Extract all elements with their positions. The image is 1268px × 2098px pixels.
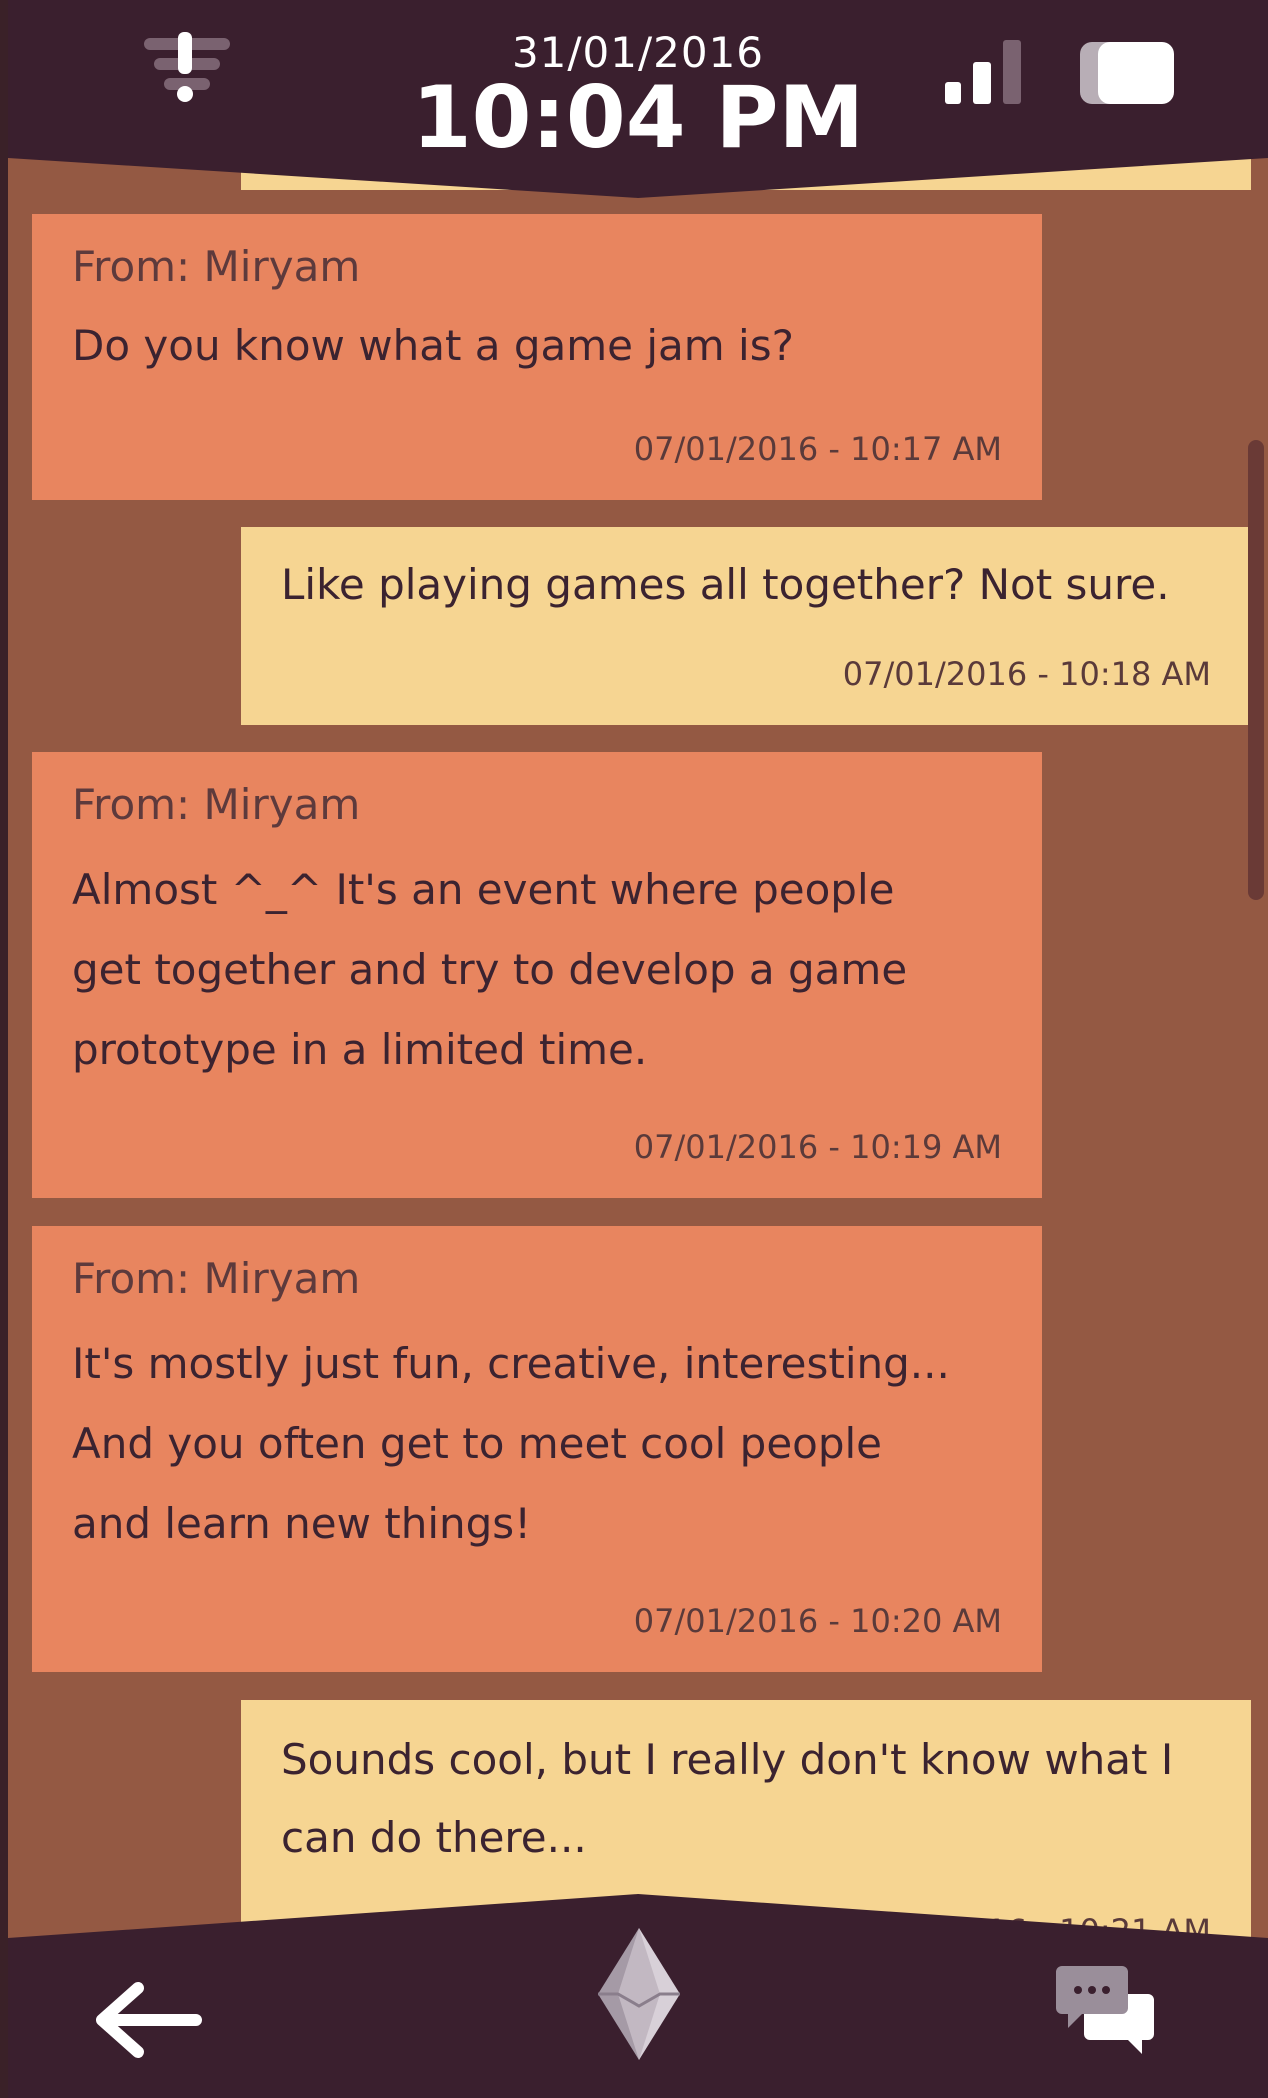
message-sender: From: Miryam	[72, 780, 361, 829]
bottom-nav-bar	[8, 1890, 1268, 2098]
crystal-home-icon[interactable]	[594, 1924, 684, 2064]
battery-icon	[1076, 38, 1180, 108]
message-text-line: prototype in a limited time.	[72, 1025, 648, 1074]
message-bubble-outgoing: Like playing games all together? Not sur…	[241, 527, 1251, 725]
message-text-line: and learn new things!	[72, 1499, 532, 1548]
status-bar: 31/01/2016 10:04 PM	[8, 0, 1268, 200]
chat-bubbles-icon[interactable]	[1056, 1960, 1156, 2060]
phone-screen: From: Miryam Do you know what a game jam…	[8, 0, 1268, 2098]
scrollbar-thumb[interactable]	[1248, 440, 1264, 900]
message-text-line: And you often get to meet cool people	[72, 1419, 883, 1468]
message-bubble-incoming: From: Miryam It's mostly just fun, creat…	[32, 1226, 1042, 1672]
message-timestamp: 07/01/2016 - 10:18 AM	[842, 655, 1211, 693]
back-arrow-icon[interactable]	[94, 1980, 204, 2060]
message-sender: From: Miryam	[72, 242, 361, 291]
message-timestamp: 07/01/2016 - 10:17 AM	[633, 430, 1002, 468]
message-bubble-incoming: From: Miryam Almost ^_^ It's an event wh…	[32, 752, 1042, 1198]
message-sender: From: Miryam	[72, 1254, 361, 1303]
message-text: Do you know what a game jam is?	[72, 321, 794, 370]
message-text-line: Almost ^_^ It's an event where people	[72, 865, 895, 914]
message-text-line: It's mostly just fun, creative, interest…	[72, 1339, 950, 1388]
message-bubble-incoming: From: Miryam Do you know what a game jam…	[32, 214, 1042, 500]
message-text-line: can do there...	[281, 1813, 587, 1862]
device-edge	[0, 0, 8, 2098]
message-text-line: get together and try to develop a game	[72, 945, 908, 994]
message-text: Like playing games all together? Not sur…	[281, 560, 1170, 609]
signal-strength-icon	[943, 36, 1035, 108]
message-timestamp: 07/01/2016 - 10:20 AM	[633, 1602, 1002, 1640]
message-timestamp: 07/01/2016 - 10:19 AM	[633, 1128, 1002, 1166]
message-text-line: Sounds cool, but I really don't know wha…	[281, 1735, 1174, 1784]
